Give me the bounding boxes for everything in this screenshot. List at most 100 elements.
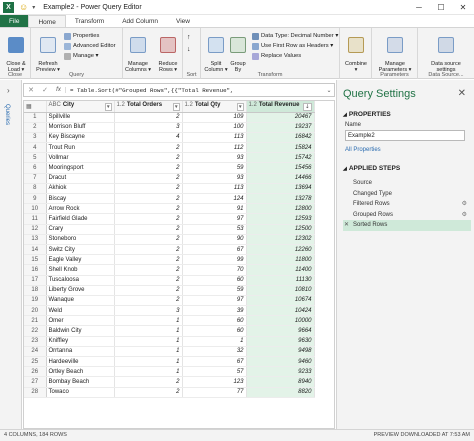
row-number[interactable]: 16 xyxy=(24,264,47,276)
sort-descending-button[interactable]: ↓ xyxy=(187,46,191,54)
expand-formula-chevron-icon[interactable]: ⌄ xyxy=(324,87,334,94)
cell-total-orders[interactable]: 1 xyxy=(114,315,183,327)
cell-total-revenue[interactable]: 11400 xyxy=(246,264,315,276)
cell-city[interactable]: Vollmar xyxy=(46,152,115,164)
row-number[interactable]: 5 xyxy=(24,152,47,164)
cell-total-qty[interactable]: 93 xyxy=(182,173,247,184)
cell-total-qty[interactable]: 57 xyxy=(182,366,247,378)
row-number[interactable]: 25 xyxy=(24,356,47,368)
row-number[interactable]: 7 xyxy=(24,173,47,184)
cell-total-orders[interactable]: 2 xyxy=(114,112,183,123)
cell-total-orders[interactable]: 2 xyxy=(114,142,183,154)
cell-total-revenue[interactable]: 9233 xyxy=(246,366,315,378)
cell-city[interactable]: Dracut xyxy=(46,173,115,184)
combine-button[interactable]: Combine ▾ xyxy=(341,31,371,73)
filter-dropdown-icon[interactable]: ▾ xyxy=(172,102,180,111)
cell-total-orders[interactable]: 2 xyxy=(114,234,183,245)
cell-city[interactable]: Liberty Grove xyxy=(46,285,115,296)
table-row[interactable]: 10 Arrow Rock 2 91 12800 xyxy=(24,203,315,215)
cell-city[interactable]: Baldwin City xyxy=(46,325,115,337)
cell-total-qty[interactable]: 1 xyxy=(182,336,247,347)
all-properties-link[interactable]: All Properties xyxy=(345,147,381,153)
cell-total-qty[interactable]: 100 xyxy=(182,122,247,133)
cell-city[interactable]: Ortley Beach xyxy=(46,366,115,378)
cell-city[interactable]: Akhiok xyxy=(46,183,115,195)
cell-total-revenue[interactable]: 16842 xyxy=(246,132,315,144)
cell-total-qty[interactable]: 39 xyxy=(182,305,247,317)
cell-total-orders[interactable]: 1 xyxy=(114,356,183,368)
cell-total-qty[interactable]: 59 xyxy=(182,285,247,296)
queries-pane-label[interactable]: Queries xyxy=(4,104,10,125)
table-row[interactable]: 7 Dracut 2 93 14466 xyxy=(24,173,315,184)
table-row[interactable]: 16 Shell Knob 2 70 11400 xyxy=(24,264,315,276)
applied-step-item[interactable]: Grouped Rows ⚙ xyxy=(343,210,471,221)
cell-total-revenue[interactable]: 20467 xyxy=(246,112,315,123)
table-row[interactable]: 20 Weld 3 39 10424 xyxy=(24,305,315,317)
table-menu-icon[interactable]: ▦ xyxy=(26,104,32,110)
reduce-rows-button[interactable]: Reduce Rows ▾ xyxy=(153,31,183,73)
manage-columns-button[interactable]: Manage Columns ▾ xyxy=(123,31,153,73)
cell-total-orders[interactable]: 1 xyxy=(114,366,183,378)
cell-total-qty[interactable]: 60 xyxy=(182,315,247,327)
cell-total-revenue[interactable]: 9664 xyxy=(246,325,315,337)
row-number[interactable]: 23 xyxy=(24,336,47,347)
cancel-formula-icon[interactable]: ✕ xyxy=(24,86,38,94)
cell-city[interactable]: Hardeeville xyxy=(46,356,115,368)
row-number[interactable]: 21 xyxy=(24,315,47,327)
replace-values-button[interactable]: Replace Values xyxy=(252,52,301,60)
properties-section-header[interactable]: ◢ PROPERTIES xyxy=(343,111,391,118)
formula-input[interactable]: = Table.Sort(#"Grouped Rows",{{"Total Re… xyxy=(66,87,324,94)
cell-total-orders[interactable]: 2 xyxy=(114,183,183,195)
column-header-total-revenue[interactable]: 1.2 Total Revenue ⇣ xyxy=(246,101,315,113)
row-number[interactable]: 1 xyxy=(24,112,47,123)
cell-total-qty[interactable]: 90 xyxy=(182,234,247,245)
cell-total-qty[interactable]: 67 xyxy=(182,356,247,368)
cell-total-qty[interactable]: 93 xyxy=(182,152,247,164)
cell-total-orders[interactable]: 2 xyxy=(114,244,183,256)
cell-city[interactable]: Orrtanna xyxy=(46,346,115,358)
minimize-button[interactable]: ─ xyxy=(408,0,430,15)
cell-total-orders[interactable]: 1 xyxy=(114,325,183,337)
sort-filter-dropdown-icon[interactable]: ⇣ xyxy=(303,102,312,111)
table-row[interactable]: 5 Vollmar 2 93 15742 xyxy=(24,152,315,164)
cell-total-revenue[interactable]: 19237 xyxy=(246,122,315,133)
column-type-icon[interactable]: ABC xyxy=(49,102,61,108)
cell-total-qty[interactable]: 60 xyxy=(182,275,247,286)
cell-total-qty[interactable]: 99 xyxy=(182,254,247,266)
close-window-button[interactable]: ✕ xyxy=(452,0,474,15)
cell-total-qty[interactable]: 97 xyxy=(182,295,247,307)
row-number[interactable]: 4 xyxy=(24,142,47,154)
cell-total-revenue[interactable]: 11130 xyxy=(246,275,315,286)
confirm-formula-icon[interactable]: ✓ xyxy=(38,86,52,94)
quick-access-dropdown-icon[interactable]: ▾ xyxy=(32,4,35,11)
column-type-icon[interactable]: 1.2 xyxy=(249,102,257,108)
maximize-button[interactable]: ☐ xyxy=(430,0,452,15)
table-row[interactable]: 11 Fairfield Glade 2 97 12593 xyxy=(24,213,315,225)
cell-city[interactable]: Trout Run xyxy=(46,142,115,154)
table-row[interactable]: 28 Towaco 2 77 8820 xyxy=(24,387,315,398)
cell-city[interactable]: Wanaque xyxy=(46,295,115,307)
cell-total-orders[interactable]: 1 xyxy=(114,346,183,358)
table-row[interactable]: 24 Orrtanna 1 32 9498 xyxy=(24,346,315,358)
cell-total-orders[interactable]: 4 xyxy=(114,132,183,144)
cell-total-qty[interactable]: 77 xyxy=(182,387,247,398)
cell-total-qty[interactable]: 70 xyxy=(182,264,247,276)
cell-total-revenue[interactable]: 8940 xyxy=(246,376,315,388)
cell-total-qty[interactable]: 113 xyxy=(182,183,247,195)
filter-dropdown-icon[interactable]: ▾ xyxy=(236,102,244,111)
cell-total-orders[interactable]: 2 xyxy=(114,224,183,235)
column-type-icon[interactable]: 1.2 xyxy=(185,102,193,108)
cell-total-revenue[interactable]: 14466 xyxy=(246,173,315,184)
row-number[interactable]: 28 xyxy=(24,387,47,398)
advanced-editor-button[interactable]: Advanced Editor xyxy=(64,42,116,50)
tab-file[interactable]: File xyxy=(0,15,29,27)
cell-total-revenue[interactable]: 10000 xyxy=(246,315,315,327)
cell-city[interactable]: Mooringsport xyxy=(46,162,115,174)
cell-total-qty[interactable]: 60 xyxy=(182,325,247,337)
cell-city[interactable]: Omer xyxy=(46,315,115,327)
table-row[interactable]: 19 Wanaque 2 97 10674 xyxy=(24,295,315,307)
cell-total-orders[interactable]: 2 xyxy=(114,295,183,307)
applied-steps-section-header[interactable]: ◢ APPLIED STEPS xyxy=(343,165,400,172)
cell-total-qty[interactable]: 91 xyxy=(182,203,247,215)
cell-total-revenue[interactable]: 15456 xyxy=(246,162,315,174)
